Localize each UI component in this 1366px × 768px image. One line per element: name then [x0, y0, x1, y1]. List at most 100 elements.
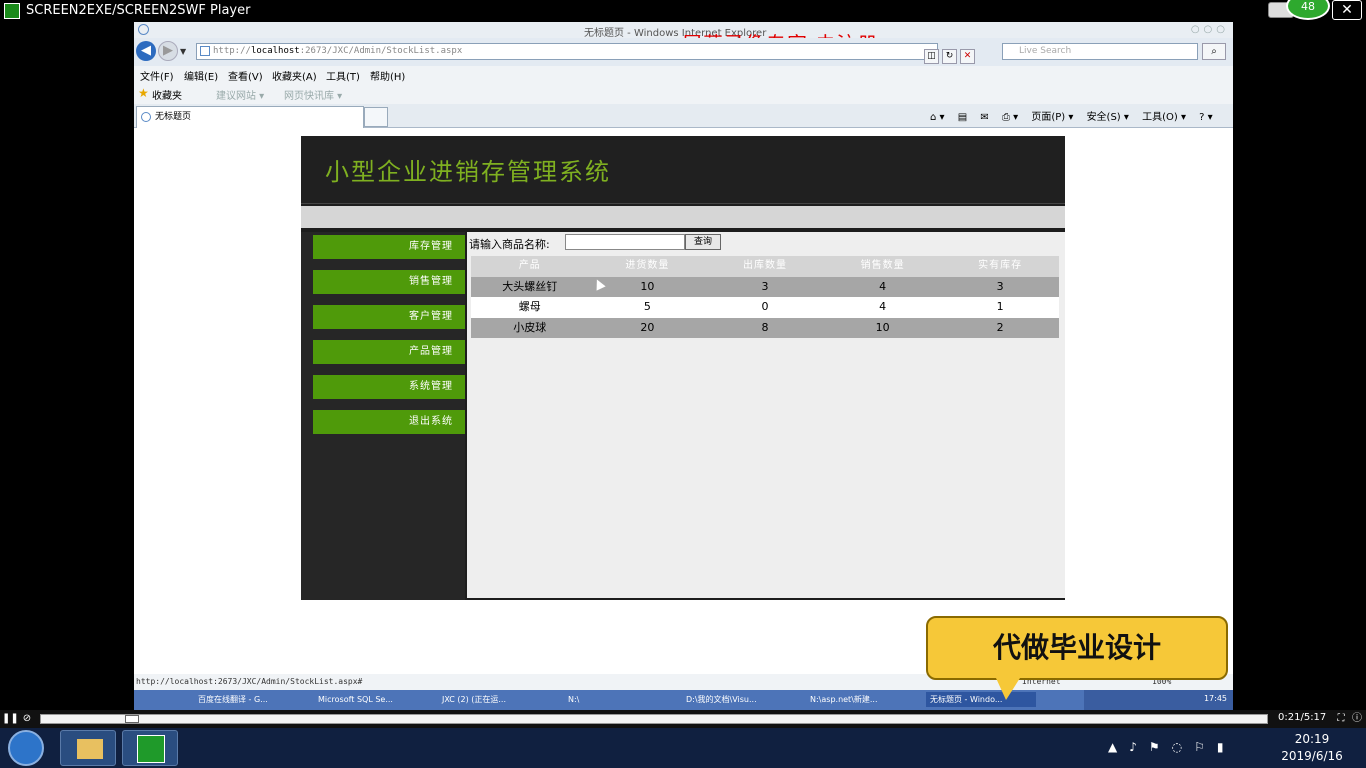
- help-icon[interactable]: ? ▾: [1199, 112, 1213, 123]
- col-product[interactable]: 产品: [471, 256, 589, 277]
- product-name-input[interactable]: [565, 234, 685, 250]
- table-row: 螺母 5 0 4 1: [471, 297, 1059, 318]
- cell-purchase: 10: [640, 279, 655, 293]
- sidebar-item-products[interactable]: 产品管理: [313, 340, 465, 364]
- stop-icon[interactable]: ✕: [960, 49, 975, 64]
- clock-date: 2019/6/16: [1281, 749, 1343, 763]
- app-header: 小型企业进销存管理系统: [301, 136, 1065, 204]
- command-bar: ⌂ ▾ ▤ ✉ ⎙ ▾ 页面(P) ▾ 安全(S) ▾ 工具(O) ▾ ? ▾: [930, 108, 1223, 123]
- sidebar: 库存管理 销售管理 客户管理 产品管理 系统管理 退出系统: [301, 232, 465, 600]
- pause-icon[interactable]: ❚❚: [2, 712, 19, 726]
- address-bar-row: ◀ ▶ ▼ http://localhost:2673/JXC/Admin/St…: [134, 38, 1233, 66]
- col-outbound-qty[interactable]: 出库数量: [706, 256, 824, 277]
- menu-edit[interactable]: 编辑(E): [184, 68, 218, 83]
- new-tab-button[interactable]: [364, 107, 388, 127]
- query-label: 请输入商品名称:: [469, 238, 550, 251]
- print-icon[interactable]: ⎙ ▾: [1002, 112, 1018, 123]
- task-item[interactable]: N:\: [564, 692, 674, 707]
- address-path: :2673/JXC/Admin/StockList.aspx: [299, 46, 463, 56]
- system-clock[interactable]: 20:19 2019/6/16: [1280, 731, 1344, 765]
- cell-sales: 4: [879, 300, 887, 313]
- cell-stock: 1: [996, 300, 1004, 313]
- system-tray[interactable]: ▲♪⚑◌⚐▮: [1108, 740, 1235, 754]
- task-item[interactable]: N:\asp.net\新建...: [806, 692, 916, 707]
- fullscreen-icon[interactable]: ⛶: [1334, 712, 1348, 726]
- main-panel: 请输入商品名称: 查询 产品 进货数量 出库数量 销售数量 实有库存 大头螺丝钉…: [467, 232, 1065, 598]
- favorites-star-icon[interactable]: ★: [138, 86, 149, 100]
- sidebar-item-logout[interactable]: 退出系统: [313, 410, 465, 434]
- player-logo-icon: [4, 3, 20, 19]
- history-dropdown-icon[interactable]: ▼: [180, 47, 186, 56]
- player-title: SCREEN2EXE/SCREEN2SWF Player: [26, 3, 251, 18]
- menu-bar: 文件(F) 编辑(E) 查看(V) 收藏夹(A) 工具(T) 帮助(H): [134, 66, 1233, 83]
- home-icon[interactable]: ⌂ ▾: [930, 112, 945, 123]
- address-buttons: ◫ ↻ ✕: [924, 43, 1004, 64]
- cmd-safety[interactable]: 安全(S) ▾: [1087, 112, 1129, 123]
- promo-bubble-tail: [996, 678, 1020, 700]
- player-title-bar: SCREEN2EXE/SCREEN2SWF Player 48 ✕: [0, 0, 1366, 22]
- page-icon: [200, 46, 210, 56]
- recorded-tray: 17:45: [1084, 690, 1233, 710]
- ie-icon: [138, 24, 149, 35]
- back-button[interactable]: ◀: [136, 41, 156, 61]
- sidebar-item-sales[interactable]: 销售管理: [313, 270, 465, 294]
- tab-title: 无标题页: [155, 112, 192, 122]
- options-icon[interactable]: ⊘: [20, 712, 34, 726]
- taskbar-screen2exe[interactable]: [122, 730, 178, 766]
- address-prefix: http://: [213, 46, 251, 56]
- info-icon[interactable]: ⓘ: [1350, 712, 1364, 726]
- cell-product: 小皮球: [513, 320, 547, 334]
- seek-handle[interactable]: [125, 715, 139, 723]
- status-url: http://localhost:2673/JXC/Admin/StockLis…: [136, 677, 363, 686]
- query-button[interactable]: 查询: [685, 234, 721, 250]
- sidebar-item-system[interactable]: 系统管理: [313, 375, 465, 399]
- favorites-label[interactable]: 收藏夹: [152, 87, 182, 102]
- cmd-tools[interactable]: 工具(O) ▾: [1142, 112, 1186, 123]
- fav-suggested-sites[interactable]: 建议网站 ▾: [216, 87, 264, 102]
- task-item[interactable]: JXC (2) (正在运...: [438, 692, 548, 707]
- windows-taskbar: ▲♪⚑◌⚐▮ 20:19 2019/6/16: [0, 728, 1366, 768]
- cell-purchase: 20: [640, 320, 655, 334]
- forward-button[interactable]: ▶: [158, 41, 178, 61]
- cell-purchase: 5: [643, 300, 651, 313]
- col-purchase-qty[interactable]: 进货数量: [589, 256, 707, 277]
- app-band: [301, 206, 1065, 228]
- recorded-clock: 17:45: [1203, 694, 1227, 703]
- menu-view[interactable]: 查看(V): [228, 68, 263, 83]
- cell-stock: 2: [996, 320, 1004, 334]
- search-input[interactable]: Live Search: [1002, 43, 1198, 60]
- menu-favorites[interactable]: 收藏夹(A): [272, 68, 317, 83]
- start-button[interactable]: [8, 730, 44, 766]
- search-icon[interactable]: ⌕: [1202, 43, 1226, 60]
- taskbar-explorer[interactable]: [60, 730, 116, 766]
- compat-view-icon[interactable]: ◫: [924, 49, 939, 64]
- feeds-icon[interactable]: ▤: [958, 112, 967, 123]
- folder-icon: [77, 739, 103, 759]
- recorded-taskbar: 百度在线翻译 - G... Microsoft SQL Se... JXC (2…: [134, 690, 1233, 710]
- cell-sales: 10: [875, 320, 890, 334]
- menu-help[interactable]: 帮助(H): [370, 68, 405, 83]
- app-frame: 小型企业进销存管理系统 库存管理 销售管理 客户管理 产品管理 系统管理 退出系…: [301, 136, 1065, 600]
- cell-outbound: 0: [761, 300, 769, 313]
- sidebar-item-customers[interactable]: 客户管理: [313, 305, 465, 329]
- sidebar-item-stock[interactable]: 库存管理: [313, 235, 465, 259]
- address-input[interactable]: http://localhost:2673/JXC/Admin/StockLis…: [196, 43, 938, 60]
- menu-file[interactable]: 文件(F): [140, 68, 174, 83]
- refresh-icon[interactable]: ↻: [942, 49, 957, 64]
- cmd-page[interactable]: 页面(P) ▾: [1031, 112, 1073, 123]
- col-actual-stock[interactable]: 实有库存: [941, 256, 1059, 277]
- fav-web-slices[interactable]: 网页快讯库 ▾: [284, 87, 342, 102]
- clock-time: 20:19: [1294, 732, 1330, 746]
- task-item[interactable]: D:\我的文档\Visu...: [682, 692, 792, 707]
- cell-sales: 4: [879, 279, 887, 293]
- mail-icon[interactable]: ✉: [980, 112, 988, 123]
- menu-tools[interactable]: 工具(T): [326, 68, 360, 83]
- seek-bar[interactable]: [40, 714, 1268, 724]
- col-sales-qty[interactable]: 销售数量: [824, 256, 942, 277]
- tab-current[interactable]: 无标题页: [136, 106, 364, 128]
- task-item[interactable]: 百度在线翻译 - G...: [194, 692, 304, 707]
- cell-product: 螺母: [518, 300, 541, 313]
- window-controls[interactable]: ○○○: [1191, 24, 1229, 35]
- task-item[interactable]: Microsoft SQL Se...: [314, 692, 424, 707]
- close-button[interactable]: ✕: [1332, 0, 1362, 20]
